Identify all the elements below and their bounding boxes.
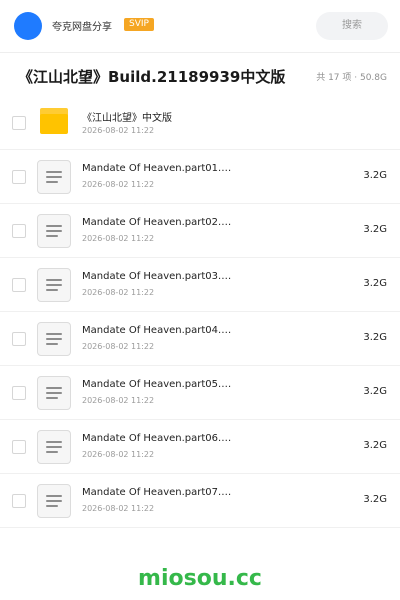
list-item[interactable]: Mandate Of Heaven.part04.… 2026-08-02 11…: [0, 312, 400, 366]
document-icon: [37, 484, 71, 518]
svip-badge: SVIP: [124, 18, 154, 31]
top-bar: 夸克网盘分享 SVIP 搜索: [0, 0, 400, 52]
item-size: 3.2G: [363, 278, 387, 289]
document-icon: [37, 214, 71, 248]
select-checkbox[interactable]: [12, 278, 26, 292]
item-summary: 共 17 项 · 50.8G: [316, 73, 387, 83]
item-date: 2026-08-02 11:22: [82, 288, 155, 297]
select-checkbox[interactable]: [12, 170, 26, 184]
item-date: 2026-08-02 11:22: [82, 342, 155, 351]
item-name: Mandate Of Heaven.part06.…: [82, 433, 232, 444]
list-item[interactable]: Mandate Of Heaven.part06.… 2026-08-02 11…: [0, 420, 400, 474]
item-size: 3.2G: [363, 224, 387, 235]
list-item[interactable]: Mandate Of Heaven.part05.… 2026-08-02 11…: [0, 366, 400, 420]
document-icon: [37, 268, 71, 302]
share-owner-name: 夸克网盘分享: [52, 22, 112, 33]
select-checkbox[interactable]: [12, 494, 26, 508]
list-item-folder[interactable]: 《江山北望》中文版 2026-08-02 11:22: [0, 96, 400, 150]
list-item[interactable]: Mandate Of Heaven.part07.… 2026-08-02 11…: [0, 474, 400, 528]
page-title: 《江山北望》Build.21189939中文版: [18, 68, 286, 86]
item-size: 3.2G: [363, 170, 387, 181]
item-size: 3.2G: [363, 332, 387, 343]
document-icon: [37, 376, 71, 410]
document-icon: [37, 430, 71, 464]
document-icon: [37, 160, 71, 194]
item-name: Mandate Of Heaven.part07.…: [82, 487, 232, 498]
select-checkbox[interactable]: [12, 440, 26, 454]
file-list: 《江山北望》中文版 2026-08-02 11:22 Mandate Of He…: [0, 96, 400, 528]
document-icon: [37, 322, 71, 356]
watermark: miosou.cc: [138, 566, 262, 591]
item-date: 2026-08-02 11:22: [82, 450, 155, 459]
item-name: Mandate Of Heaven.part02.…: [82, 217, 232, 228]
item-date: 2026-08-02 11:22: [82, 180, 155, 189]
item-name: Mandate Of Heaven.part05.…: [82, 379, 232, 390]
item-size: 3.2G: [363, 386, 387, 397]
item-size: 3.2G: [363, 440, 387, 451]
list-item[interactable]: Mandate Of Heaven.part02.… 2026-08-02 11…: [0, 204, 400, 258]
item-date: 2026-08-02 11:22: [82, 126, 155, 135]
item-date: 2026-08-02 11:22: [82, 504, 155, 513]
item-name: Mandate Of Heaven.part04.…: [82, 325, 232, 336]
item-name: 《江山北望》中文版: [82, 113, 172, 124]
select-checkbox[interactable]: [12, 224, 26, 238]
item-date: 2026-08-02 11:22: [82, 396, 155, 405]
item-date: 2026-08-02 11:22: [82, 234, 155, 243]
search-button[interactable]: 搜索: [316, 12, 388, 40]
select-checkbox[interactable]: [12, 116, 26, 130]
item-name: Mandate Of Heaven.part01.…: [82, 163, 232, 174]
list-item[interactable]: Mandate Of Heaven.part01.… 2026-08-02 11…: [0, 150, 400, 204]
folder-icon: [40, 108, 68, 134]
item-name: Mandate Of Heaven.part03.…: [82, 271, 232, 282]
list-item[interactable]: Mandate Of Heaven.part03.… 2026-08-02 11…: [0, 258, 400, 312]
select-checkbox[interactable]: [12, 386, 26, 400]
avatar[interactable]: [14, 12, 42, 40]
item-size: 3.2G: [363, 494, 387, 505]
header-divider: [0, 52, 400, 53]
select-checkbox[interactable]: [12, 332, 26, 346]
